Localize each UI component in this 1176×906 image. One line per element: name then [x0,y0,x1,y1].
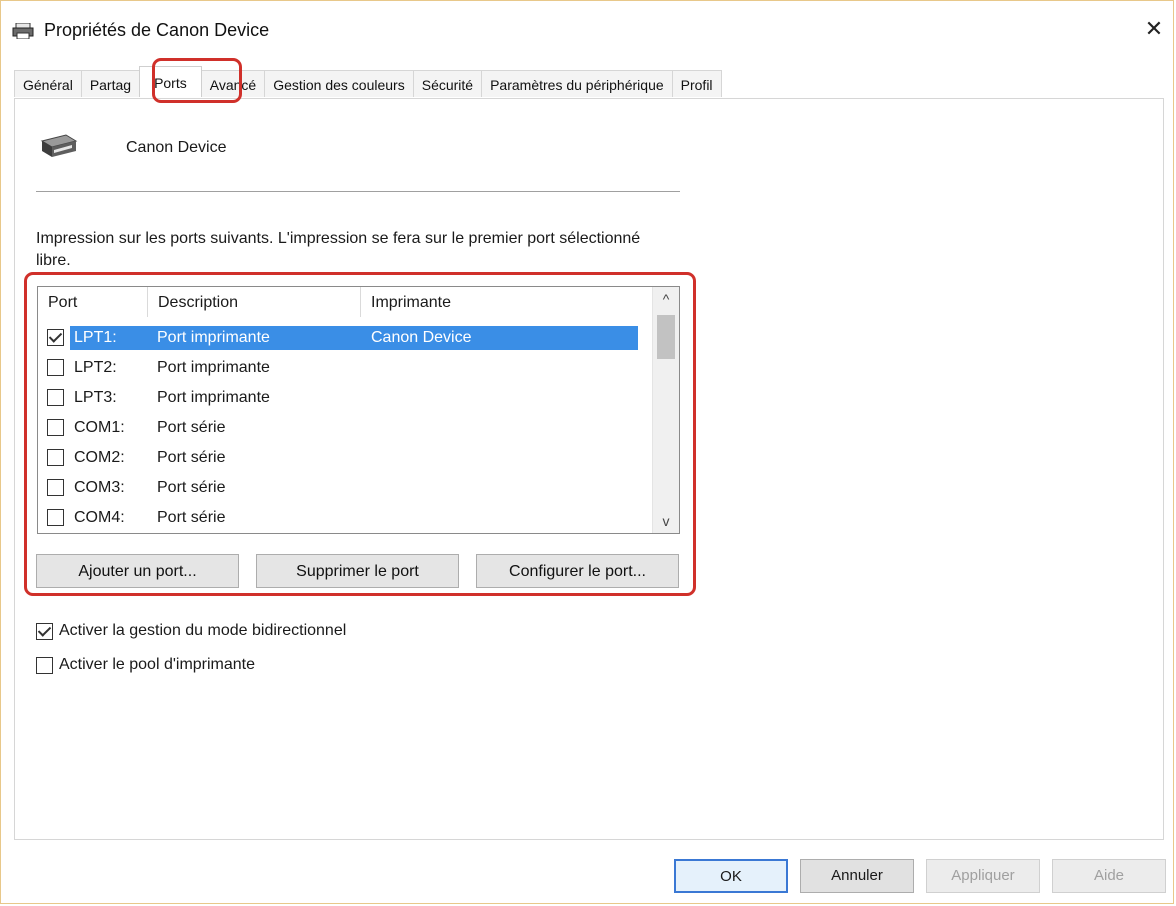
port-description: Port imprimante [157,329,270,346]
port-description: Port série [157,449,226,466]
tab-color-management[interactable]: Gestion des couleurs [264,70,414,97]
port-checkbox[interactable] [47,449,64,466]
port-checkbox[interactable] [47,479,64,496]
configure-port-button[interactable]: Configurer le port... [476,554,679,588]
scroll-thumb[interactable] [657,315,675,359]
tab-sharing[interactable]: Partag [80,70,141,97]
table-row[interactable]: COM2: Port série [38,443,654,473]
port-name: COM1: [74,419,125,436]
port-name: LPT1: [74,329,117,346]
bidirectional-label: Activer la gestion du mode bidirectionne… [59,622,347,639]
pool-label: Activer le pool d'imprimante [59,656,256,673]
port-description: Port série [157,509,226,526]
tab-profile[interactable]: Profil [671,70,722,97]
bidirectional-checkbox[interactable] [36,622,53,640]
tab-advanced[interactable]: Avancé [200,70,266,97]
scroll-down-icon[interactable]: v [653,509,679,533]
printer-icon [40,134,78,157]
port-name: COM3: [74,479,125,496]
close-icon[interactable]: ✕ [1132,10,1176,48]
tab-security[interactable]: Sécurité [412,70,483,97]
apply-button[interactable]: Appliquer [926,859,1040,893]
port-checkbox[interactable] [47,419,64,436]
port-description: Port série [157,419,226,436]
separator [36,191,680,192]
port-name: LPT2: [74,359,117,376]
ports-description: Impression sur les ports suivants. L'imp… [36,230,641,269]
table-row[interactable]: COM3: Port série [38,473,654,503]
port-checkbox[interactable] [47,329,64,346]
column-header-port[interactable]: Port [38,287,148,317]
table-row[interactable]: COM1: Port série [38,413,654,443]
pool-checkbox[interactable] [36,656,53,674]
bidirectional-option[interactable]: Activer la gestion du mode bidirectionne… [36,622,346,640]
list-header: Port Description Imprimante [38,287,654,317]
list-scrollbar[interactable]: ^ v [652,287,679,533]
port-checkbox[interactable] [47,509,64,526]
port-printer: Canon Device [371,329,472,346]
port-name: COM2: [74,449,125,466]
add-port-button[interactable]: Ajouter un port... [36,554,239,588]
ports-list[interactable]: Port Description Imprimante LPT1: Port i… [37,286,680,534]
port-name: LPT3: [74,389,117,406]
pool-option[interactable]: Activer le pool d'imprimante [36,656,255,674]
row-selection [70,326,638,350]
tab-ports[interactable]: Ports [139,66,202,97]
port-checkbox[interactable] [47,359,64,376]
column-header-printer[interactable]: Imprimante [361,287,654,317]
port-description: Port imprimante [157,389,270,406]
printer-name: Canon Device [126,139,227,156]
table-row[interactable]: LPT3: Port imprimante [38,383,654,413]
column-header-description[interactable]: Description [148,287,361,317]
ok-button[interactable]: OK [674,859,788,893]
port-description: Port série [157,479,226,496]
scroll-up-icon[interactable]: ^ [653,287,679,311]
tab-device-settings[interactable]: Paramètres du périphérique [481,70,673,97]
tab-bar: Général Partag Ports Avancé Gestion des … [14,66,722,98]
window-title: Propriétés de Canon Device [44,20,270,40]
cancel-button[interactable]: Annuler [800,859,914,893]
delete-port-button[interactable]: Supprimer le port [256,554,459,588]
title-bar: Propriétés de Canon Device ✕ [0,0,1176,58]
printer-icon [12,23,34,39]
table-row[interactable]: COM4: Port série [38,503,654,533]
help-button[interactable]: Aide [1052,859,1166,893]
port-name: COM4: [74,509,125,526]
tab-general[interactable]: Général [14,70,82,97]
port-checkbox[interactable] [47,389,64,406]
port-description: Port imprimante [157,359,270,376]
table-row[interactable]: LPT2: Port imprimante [38,353,654,383]
table-row[interactable]: LPT1: Port imprimante Canon Device [38,323,654,353]
